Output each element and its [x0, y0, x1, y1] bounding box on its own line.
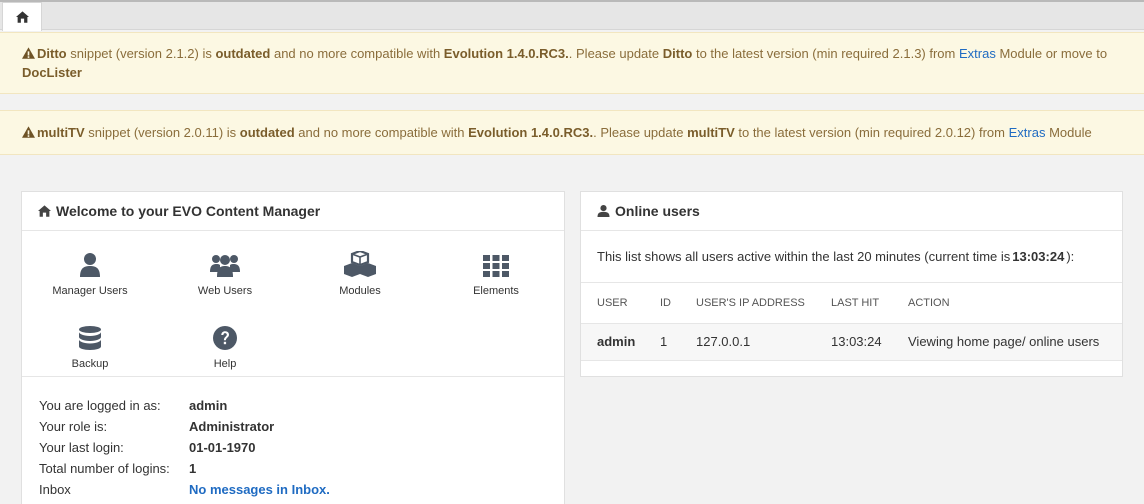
description-text: ):	[1066, 249, 1075, 264]
home-icon	[15, 11, 29, 23]
alert-snippet-name: multiTV	[37, 125, 85, 140]
current-time: 13:03:24	[1012, 249, 1065, 264]
alert-snippet-name: multiTV	[687, 125, 735, 140]
table-header-row: USER ID USER'S IP ADDRESS LAST HIT ACTIO…	[581, 283, 1122, 324]
welcome-panel-header: Welcome to your EVO Content Manager	[22, 192, 564, 231]
column-header-last-hit: LAST HIT	[815, 283, 892, 324]
alert-text: . Please update	[593, 125, 688, 140]
cubes-icon	[344, 251, 376, 277]
help-shortcut[interactable]: Help	[170, 320, 280, 370]
alert-text: . Please update	[568, 46, 663, 61]
shortcut-label: Backup	[71, 358, 109, 370]
online-users-title: Online users	[615, 203, 700, 219]
online-users-table: USER ID USER'S IP ADDRESS LAST HIT ACTIO…	[581, 283, 1122, 361]
shortcut-grid: Manager Users Web Users Modules Elements…	[22, 231, 564, 377]
info-row: Your last login: 01-01-1970	[39, 437, 564, 458]
info-key: Total number of logins:	[39, 461, 170, 476]
backup-shortcut[interactable]: Backup	[35, 320, 145, 370]
alert-outdated: outdated	[215, 46, 271, 61]
manager-users-shortcut[interactable]: Manager Users	[35, 247, 145, 297]
home-icon	[38, 205, 51, 217]
alert-text: Module	[1045, 125, 1092, 140]
column-header-id: ID	[644, 283, 680, 324]
warning-icon	[22, 47, 35, 59]
elements-shortcut[interactable]: Elements	[441, 247, 551, 297]
shortcut-label: Web Users	[197, 285, 253, 297]
welcome-title: Welcome to your EVO Content Manager	[56, 203, 321, 219]
table-row: admin 1 127.0.0.1 13:03:24 Viewing home …	[581, 323, 1122, 361]
alert-text: to the latest version (min required 2.0.…	[734, 125, 1009, 140]
cell-ip: 127.0.0.1	[680, 323, 815, 361]
info-value: admin	[189, 398, 228, 413]
shortcut-label: Elements	[473, 285, 519, 297]
doclister-text: DocLister	[22, 65, 82, 80]
shortcut-label: Manager Users	[52, 285, 128, 297]
shortcut-label: Help	[213, 358, 237, 370]
cell-id: 1	[644, 323, 680, 361]
info-value: 01-01-1970	[189, 440, 256, 455]
column-header-user: USER	[581, 283, 644, 324]
user-icon	[597, 205, 610, 217]
user-icon	[80, 253, 100, 277]
alert-text: snippet (version 2.1.2) is	[66, 46, 216, 61]
info-key: Inbox	[39, 482, 71, 497]
alert-text: to the latest version (min required 2.1.…	[692, 46, 959, 61]
alert-snippet-name: Ditto	[37, 46, 67, 61]
extras-link[interactable]: Extras	[1009, 125, 1046, 140]
online-users-panel: Online users This list shows all users a…	[580, 191, 1123, 377]
info-value: 1	[189, 461, 197, 476]
info-key: Your last login:	[39, 440, 124, 455]
multitv-outdated-alert: multiTV snippet (version 2.0.11) is outd…	[0, 110, 1144, 155]
shortcut-label: Modules	[339, 285, 381, 297]
alert-snippet-name: Ditto	[662, 46, 693, 61]
info-row: Total number of logins: 1	[39, 458, 564, 479]
alert-outdated: outdated	[239, 125, 295, 140]
alert-text: and no more compatible with	[270, 46, 444, 61]
info-row: Inbox No messages in Inbox.	[39, 479, 564, 500]
column-header-ip: USER'S IP ADDRESS	[680, 283, 815, 324]
alert-evo-version: Evolution 1.4.0.RC3.	[443, 46, 569, 61]
cell-action: Viewing home page/ online users	[892, 323, 1122, 361]
users-icon	[210, 255, 240, 277]
tab-bar	[0, 0, 1144, 31]
info-row: You are logged in as: admin	[39, 395, 564, 416]
info-row: Your role is: Administrator	[39, 416, 564, 437]
modules-shortcut[interactable]: Modules	[305, 247, 415, 297]
grid-icon	[483, 255, 509, 277]
inbox-link[interactable]: No messages in Inbox.	[189, 479, 330, 500]
extras-link[interactable]: Extras	[959, 46, 996, 61]
cell-last-hit: 13:03:24	[815, 323, 892, 361]
alert-text: and no more compatible with	[294, 125, 469, 140]
info-value: Administrator	[189, 419, 275, 434]
info-key: Your role is:	[39, 419, 108, 434]
web-users-shortcut[interactable]: Web Users	[170, 247, 280, 297]
tab-home[interactable]	[2, 2, 42, 31]
ditto-outdated-alert: Ditto snippet (version 2.1.2) is outdate…	[0, 32, 1144, 94]
info-key: You are logged in as:	[39, 398, 161, 413]
question-icon	[213, 326, 237, 350]
cell-user: admin	[581, 323, 644, 361]
online-users-description: This list shows all users active within …	[581, 231, 1122, 283]
online-users-header: Online users	[581, 192, 1122, 231]
description-text: This list shows all users active within …	[597, 249, 1011, 264]
alert-evo-version: Evolution 1.4.0.RC3.	[468, 125, 594, 140]
alert-text: Module or move to	[995, 46, 1108, 61]
login-info: You are logged in as: admin Your role is:…	[22, 377, 564, 500]
welcome-panel: Welcome to your EVO Content Manager Mana…	[21, 191, 565, 504]
warning-icon	[22, 126, 35, 138]
alert-text: snippet (version 2.0.11) is	[84, 125, 240, 140]
column-header-action: ACTION	[892, 283, 1122, 324]
database-icon	[79, 326, 101, 350]
